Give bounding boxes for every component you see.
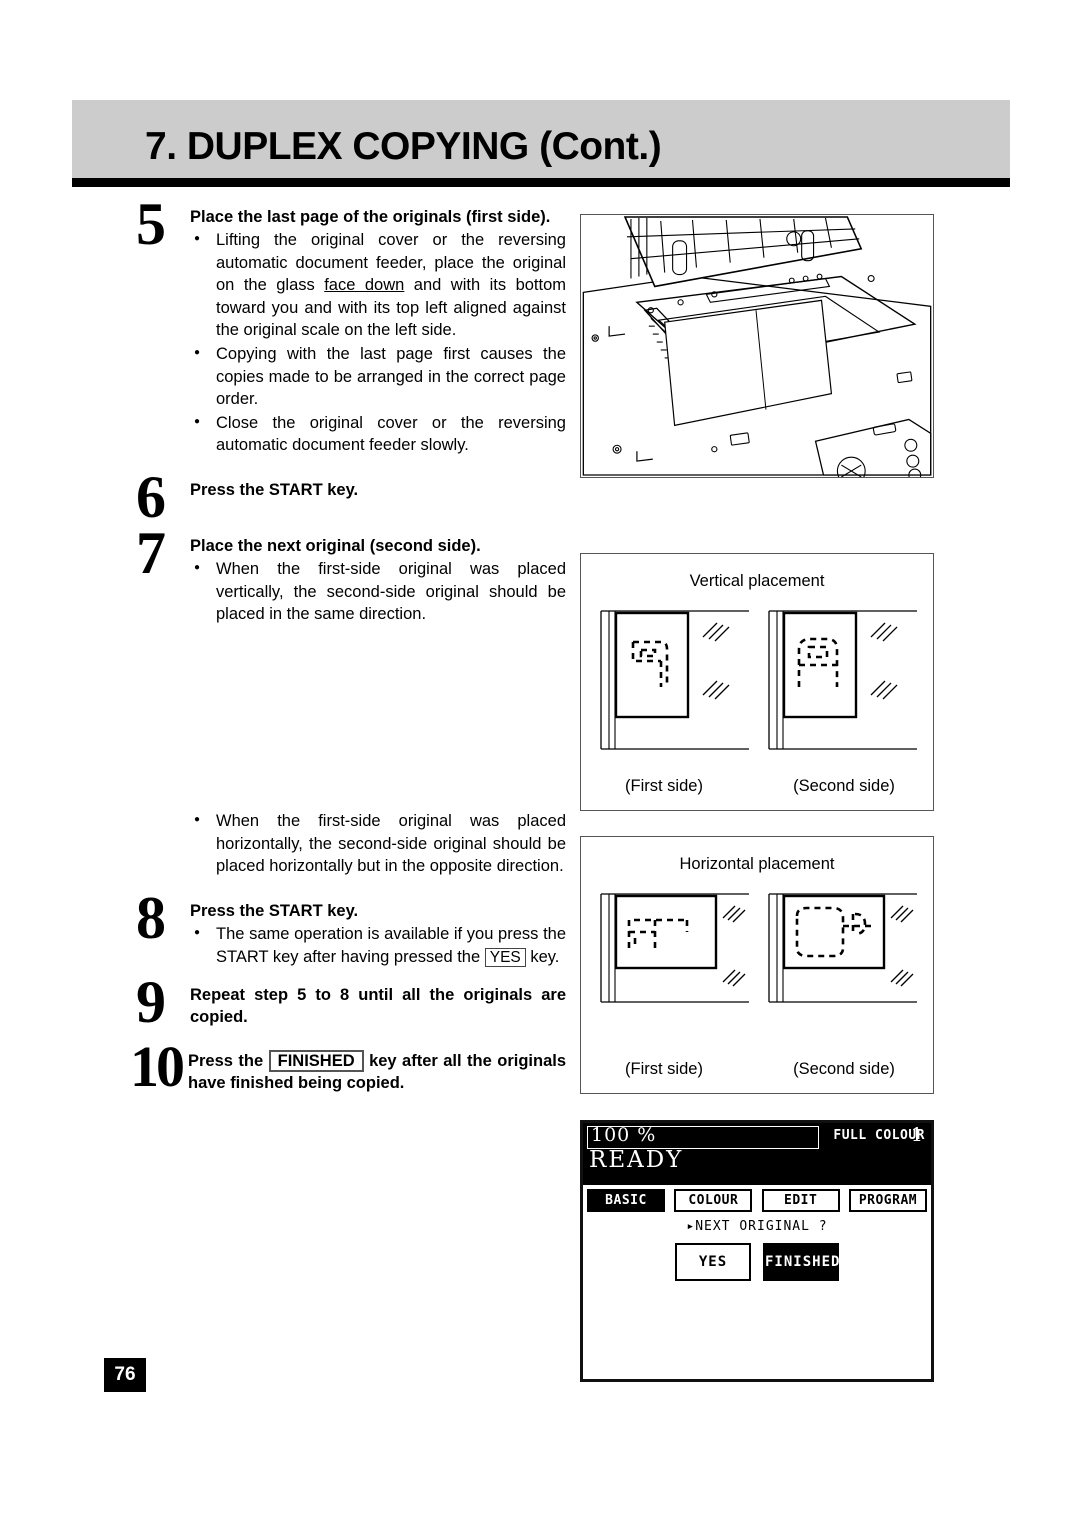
bullet-line: the original scale on the left side. xyxy=(216,321,457,340)
step-8-title: Press the START key. xyxy=(190,901,359,920)
bullet-line: and with its bottom xyxy=(404,276,567,295)
bullet-line: direction. xyxy=(496,857,564,876)
copier-platen-illustration xyxy=(580,214,934,486)
tab-program[interactable]: PROGRAM xyxy=(848,1189,927,1212)
list-item: The same operation is available if you p… xyxy=(190,923,566,968)
tab-basic[interactable]: BASIC xyxy=(587,1189,665,1212)
tab-colour[interactable]: COLOUR xyxy=(674,1189,753,1212)
bullet-line: Copying with the last page first causes … xyxy=(216,345,566,364)
horizontal-second-side-label: (Second side) xyxy=(793,1060,895,1078)
emphasis-face-down: face down xyxy=(324,276,405,295)
lcd-touch-area: BASIC COLOUR EDIT PROGRAM ▸NEXT ORIGINAL… xyxy=(583,1185,931,1378)
bullet-line: copies made to be arranged in the correc… xyxy=(216,367,525,386)
step-5-bullets: Lifting the original cover or the revers… xyxy=(190,229,566,457)
header-rule xyxy=(72,178,1010,187)
step-7-bullets-continued: When the first-side original was placed … xyxy=(190,810,566,878)
step-9: 9 Repeat step 5 to 8 until all the origi… xyxy=(136,972,566,1032)
vertical-placement-diagram: Vertical placement (First side) (Second … xyxy=(580,553,934,811)
horizontal-first-side-label: (First side) xyxy=(625,1060,703,1078)
list-item: Copying with the last page first causes … xyxy=(190,343,566,411)
vertical-first-side-platen xyxy=(600,610,749,750)
tab-edit[interactable]: EDIT xyxy=(761,1189,840,1212)
step-5-title: Place the last page of the originals (fi… xyxy=(190,208,551,226)
copier-illustration-svg xyxy=(582,216,932,486)
step-6: 6 Press the START key. xyxy=(136,467,566,527)
step-number-9: 9 xyxy=(136,969,166,1036)
finished-button[interactable]: FINISHED xyxy=(763,1243,839,1281)
step-7-title: Place the next original (second side). xyxy=(190,537,481,556)
vertical-placement-caption: Vertical placement xyxy=(689,572,825,590)
horizontal-placement-caption: Horizontal placement xyxy=(679,855,835,873)
lcd-zoom-value: 100 % xyxy=(591,1124,657,1146)
bullet-line: vertically, the second-side original sho… xyxy=(216,582,566,601)
step-number-6: 6 xyxy=(136,464,166,531)
lcd-status-bar: 100 % 1 FULL COLOUR READY xyxy=(583,1123,931,1185)
list-item: Close the original cover or the reversin… xyxy=(190,412,566,457)
yes-key-reference: YES xyxy=(484,947,526,967)
vertical-second-side-platen xyxy=(768,610,917,750)
step-6-title: Press the START key. xyxy=(190,481,359,500)
bullet-line: When the first-side original was placed xyxy=(216,560,566,579)
bullet-line: The same operation is available if you p… xyxy=(216,924,539,943)
step-10: 10 Press the FINISHED key after all the … xyxy=(130,1038,566,1096)
step-7: 7 Place the next original (second side).… xyxy=(136,523,566,626)
vertical-second-side-label: (Second side) xyxy=(793,777,895,795)
bullet-line: horizontally, the second-side original s… xyxy=(216,834,542,853)
step-9-line-2: copied. xyxy=(190,1008,248,1027)
step-number-5: 5 xyxy=(136,191,166,257)
horizontal-second-side-platen xyxy=(768,893,917,1003)
horizontal-first-side-platen xyxy=(600,893,749,1003)
bullet-line: automatic document feeder slowly. xyxy=(216,436,469,455)
lcd-tab-bar: BASIC COLOUR EDIT PROGRAM xyxy=(587,1189,927,1212)
bullet-line: key. xyxy=(530,947,560,966)
step-10-text-after: key after all the xyxy=(369,1052,492,1071)
instruction-column: 5 Place the last page of the originals (… xyxy=(130,194,566,1097)
page-number: 76 xyxy=(104,1358,146,1392)
step-8-bullets: The same operation is available if you p… xyxy=(190,923,566,968)
step-number-7: 7 xyxy=(136,520,166,587)
copier-lcd-panel[interactable]: 100 % 1 FULL COLOUR READY BASIC COLOUR E… xyxy=(580,1120,934,1382)
step-number-8: 8 xyxy=(136,884,166,951)
bullet-line: Close the original cover or the reversin… xyxy=(216,413,566,432)
step-5: 5 Place the last page of the originals (… xyxy=(136,194,566,457)
list-item: When the first-side original was placed … xyxy=(190,810,566,878)
lcd-colour-mode: FULL COLOUR xyxy=(833,1128,925,1143)
finished-key-reference: FINISHED xyxy=(268,1050,364,1073)
step-7-continued: When the first-side original was placed … xyxy=(136,810,566,878)
list-item: When the first-side original was placed … xyxy=(190,558,566,626)
bullet-line: toward you and with its top left aligned… xyxy=(216,298,566,317)
bullet-line: placed in the same direction. xyxy=(216,605,427,624)
step-number-10: 10 xyxy=(130,1034,185,1100)
step-7-bullets: When the first-side original was placed … xyxy=(190,558,566,626)
lcd-status-text: READY xyxy=(589,1147,684,1173)
page-title: 7. DUPLEX COPYING (Cont.) xyxy=(145,125,662,168)
bullet-line: Lifting the original cover or the revers… xyxy=(216,231,566,250)
bullet-line: automatic document feeder, place the ori… xyxy=(216,253,566,272)
step-10-text-before: Press the xyxy=(188,1052,264,1071)
horizontal-placement-diagram: Horizontal placement (First side) (Secon… xyxy=(580,836,934,1094)
step-9-title: Repeat step 5 to 8 until all the origina… xyxy=(190,984,566,1028)
yes-button[interactable]: YES xyxy=(675,1243,751,1281)
vertical-first-side-label: (First side) xyxy=(625,777,703,795)
list-item: Lifting the original cover or the revers… xyxy=(190,229,566,342)
lcd-prompt-next-original: ▸NEXT ORIGINAL ? xyxy=(686,1219,828,1234)
lcd-key-row: YES FINISHED xyxy=(583,1243,931,1281)
bullet-line: on the glass xyxy=(216,276,325,295)
bullet-line: When the first-side original was placed xyxy=(216,812,566,831)
step-8: 8 Press the START key. The same operatio… xyxy=(136,888,566,968)
step-10-title: Press the FINISHED key after all the ori… xyxy=(188,1050,566,1094)
step-9-line-1: Repeat step 5 to 8 until all the origina… xyxy=(190,986,566,1005)
